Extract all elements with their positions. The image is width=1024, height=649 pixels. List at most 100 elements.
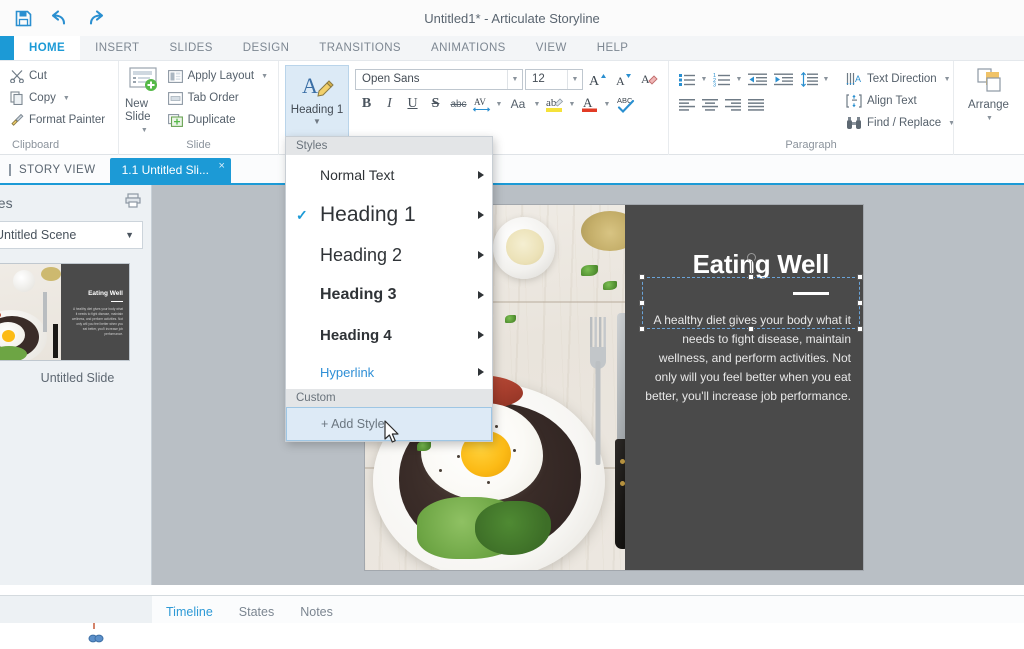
align-center-button[interactable] <box>698 94 721 116</box>
text-direction-button[interactable]: A Text Direction ▼ <box>842 68 959 90</box>
ribbon-tab-slides[interactable]: SLIDES <box>154 36 227 60</box>
submenu-arrow-icon[interactable] <box>478 331 484 339</box>
style-option-normal-text[interactable]: Normal Text <box>286 155 492 195</box>
increase-indent-button[interactable] <box>771 68 797 90</box>
find-replace-button[interactable]: Find / Replace ▼ <box>842 112 959 134</box>
italic-button[interactable]: I <box>378 93 401 115</box>
underline-button[interactable]: U <box>401 93 424 115</box>
slide-tab-1-1[interactable]: 1.1 Untitled Sli... × <box>110 158 231 183</box>
grow-font-button[interactable]: A <box>586 68 609 90</box>
submenu-arrow-icon[interactable] <box>478 368 484 376</box>
ribbon-tab-home[interactable]: HOME <box>14 36 80 60</box>
align-justify-button[interactable] <box>744 94 767 116</box>
new-slide-button[interactable]: New Slide ▼ <box>125 65 162 137</box>
spell-check-button[interactable]: ABC <box>613 93 639 115</box>
align-text-icon <box>846 94 862 108</box>
slide-thumbnail[interactable]: Eating Well A healthy diet gives your bo… <box>0 263 130 361</box>
ribbon-tab-insert[interactable]: INSERT <box>80 36 154 60</box>
slide-heading[interactable]: Eating Well <box>625 249 831 280</box>
style-option-heading-2[interactable]: Heading 2 <box>286 235 492 275</box>
copy-button[interactable]: Copy ▼ <box>6 87 109 109</box>
font-family-combo[interactable]: Open Sans ▼ <box>355 69 523 90</box>
align-right-button[interactable] <box>721 94 744 116</box>
tab-order-button[interactable]: Tab Order <box>164 87 272 109</box>
apply-layout-button[interactable]: Apply Layout ▼ <box>164 65 272 87</box>
bottom-tab-states[interactable]: States <box>239 605 274 623</box>
font-color-button[interactable]: A <box>578 93 601 115</box>
tab-order-icon <box>168 92 183 105</box>
resize-handle-se[interactable] <box>857 326 863 332</box>
chevron-down-icon[interactable]: ▼ <box>531 93 543 115</box>
chevron-down-icon[interactable]: ▼ <box>63 95 70 102</box>
bottom-tab-timeline[interactable]: Timeline <box>166 605 213 623</box>
numbering-button[interactable]: 1 2 3 <box>710 68 733 90</box>
bullets-button[interactable] <box>675 68 698 90</box>
slide-body-text[interactable]: A healthy diet gives your body what it n… <box>637 311 851 406</box>
redo-icon[interactable] <box>84 7 106 29</box>
add-style-button[interactable]: + Add Style <box>286 407 492 441</box>
decrease-indent-button[interactable] <box>745 68 771 90</box>
chevron-down-icon[interactable]: ▼ <box>125 230 134 240</box>
save-icon[interactable] <box>12 7 34 29</box>
bottom-panel: Timeline States Notes <box>152 595 1024 623</box>
ribbon-tab-animations[interactable]: ANIMATIONS <box>416 36 521 60</box>
ribbon-tab-design[interactable]: DESIGN <box>228 36 305 60</box>
font-size-value: 12 <box>532 73 567 85</box>
shadow-button[interactable]: S <box>424 93 447 115</box>
styles-dropdown-button[interactable]: A Heading 1 ▼ <box>285 65 349 143</box>
undo-icon[interactable] <box>48 7 70 29</box>
line-spacing-button[interactable] <box>797 68 820 90</box>
chevron-down-icon[interactable]: ▼ <box>733 68 745 90</box>
scene-selector[interactable]: Untitled Scene ▼ <box>0 221 143 249</box>
chevron-down-icon[interactable]: ▼ <box>507 70 522 89</box>
strikethrough-button[interactable]: abc <box>447 93 470 115</box>
bold-button[interactable]: B <box>355 93 378 115</box>
slide-text-pane[interactable]: Eating Well A health <box>625 205 863 570</box>
chevron-down-icon[interactable]: ▼ <box>820 68 832 90</box>
resize-handle-e[interactable] <box>857 300 863 306</box>
duplicate-button[interactable]: Duplicate <box>164 109 272 131</box>
style-option-hyperlink[interactable]: Hyperlink <box>286 355 492 389</box>
resize-handle-w[interactable] <box>639 300 645 306</box>
chevron-down-icon[interactable]: ▼ <box>698 68 710 90</box>
style-option-heading-3[interactable]: Heading 3 <box>286 275 492 315</box>
cut-button[interactable]: Cut <box>6 65 109 87</box>
character-spacing-button[interactable]: AV <box>470 93 493 115</box>
submenu-arrow-icon[interactable] <box>478 291 484 299</box>
resize-handle-ne[interactable] <box>857 274 863 280</box>
style-option-heading-1[interactable]: ✓ Heading 1 <box>286 195 492 235</box>
bottom-tab-notes[interactable]: Notes <box>300 605 333 623</box>
chevron-down-icon[interactable]: ▼ <box>261 73 268 80</box>
highlight-button[interactable]: ab <box>543 93 566 115</box>
chevron-down-icon[interactable]: ▼ <box>601 93 613 115</box>
clear-formatting-button[interactable]: A <box>638 68 661 90</box>
chevron-down-icon[interactable]: ▼ <box>944 76 951 83</box>
submenu-arrow-icon[interactable] <box>478 171 484 179</box>
chevron-down-icon[interactable]: ▼ <box>566 93 578 115</box>
close-icon[interactable]: × <box>219 160 225 172</box>
format-painter-button[interactable]: Format Painter <box>6 109 109 131</box>
style-label: Heading 3 <box>320 286 478 304</box>
change-case-button[interactable]: Aa <box>505 93 531 115</box>
align-text-button[interactable]: Align Text <box>842 90 959 112</box>
chevron-down-icon[interactable]: ▼ <box>567 70 582 89</box>
submenu-arrow-icon[interactable] <box>478 251 484 259</box>
font-size-combo[interactable]: 12 ▼ <box>525 69 583 90</box>
story-view-tab[interactable]: STORY VIEW <box>0 163 110 183</box>
ribbon-tab-transitions[interactable]: TRANSITIONS <box>304 36 416 60</box>
print-icon[interactable] <box>125 193 141 213</box>
file-menu-button[interactable] <box>0 36 14 60</box>
chevron-down-icon[interactable]: ▼ <box>141 124 148 137</box>
chevron-down-icon[interactable]: ▼ <box>493 93 505 115</box>
shrink-font-button[interactable]: A <box>612 68 635 90</box>
chevron-down-icon[interactable]: ▼ <box>986 112 993 125</box>
submenu-arrow-icon[interactable] <box>478 211 484 219</box>
link-icon[interactable] <box>88 631 104 649</box>
ribbon-tab-view[interactable]: VIEW <box>521 36 582 60</box>
chevron-down-icon[interactable]: ▼ <box>313 117 321 126</box>
arrange-button[interactable]: Arrange ▼ <box>961 65 1017 125</box>
align-left-button[interactable] <box>675 94 698 116</box>
style-option-heading-4[interactable]: Heading 4 <box>286 315 492 355</box>
ribbon-tab-help[interactable]: HELP <box>582 36 644 60</box>
slide-canvas[interactable]: Eating Well A health <box>152 185 1024 585</box>
